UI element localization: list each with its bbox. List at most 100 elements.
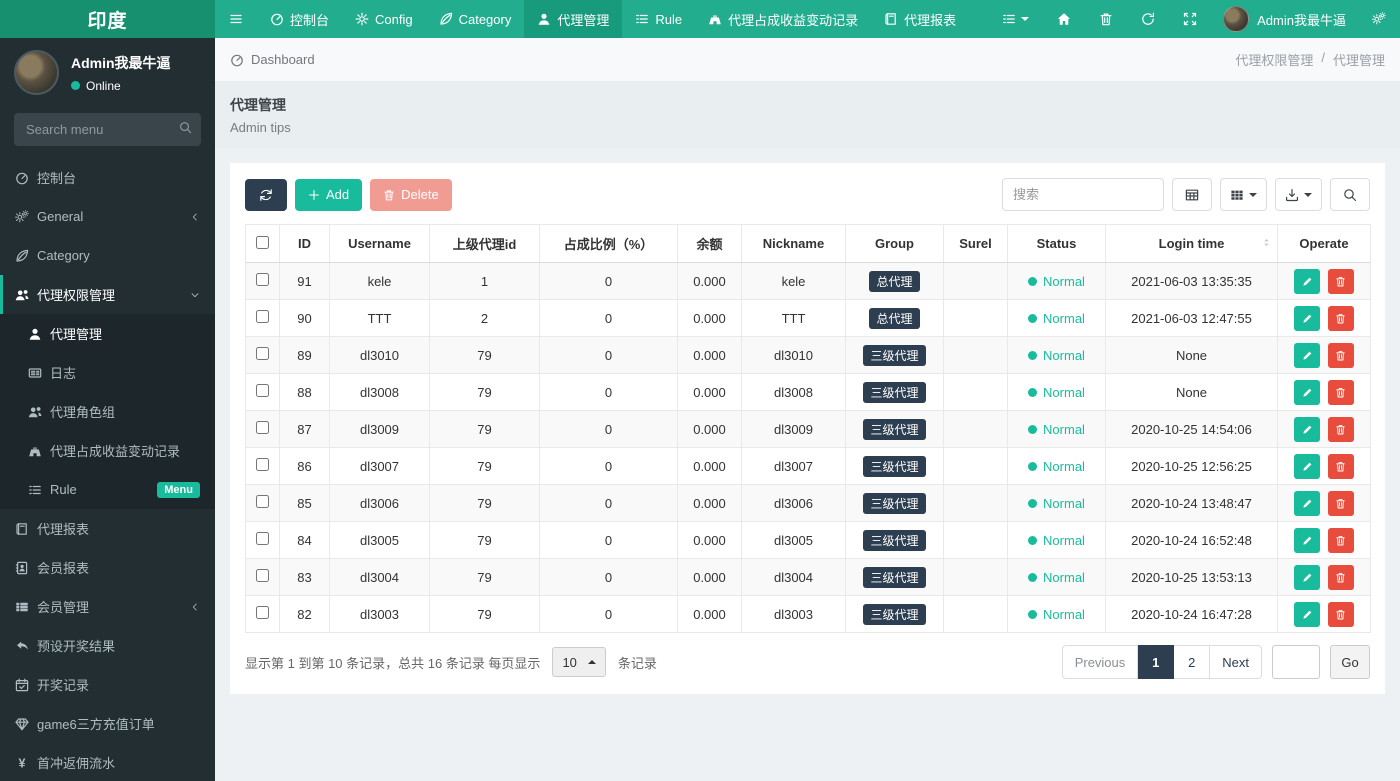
edit-row-button[interactable] — [1294, 453, 1321, 479]
nav-item-rule[interactable]: Rule — [622, 0, 695, 38]
export-button[interactable] — [1275, 178, 1322, 211]
sidebar-item-game6-orders[interactable]: game6三方充值订单 — [0, 704, 215, 743]
delete-row-button[interactable] — [1327, 268, 1354, 294]
pagination-page-2[interactable]: 2 — [1174, 645, 1211, 679]
edit-row-button[interactable] — [1294, 379, 1321, 405]
pencil-icon — [1302, 498, 1313, 509]
delete-row-button[interactable] — [1327, 342, 1354, 368]
row-checkbox[interactable] — [256, 310, 269, 323]
sidebar-item-agent-report[interactable]: 代理报表 — [0, 509, 215, 548]
sidebar-item-agent-manage[interactable]: 代理管理 — [0, 314, 215, 353]
cell-status: Normal — [1007, 595, 1106, 633]
sidebar-item-general[interactable]: General — [0, 197, 215, 236]
go-button[interactable]: Go — [1330, 645, 1370, 679]
nav-item-agent-manage[interactable]: 代理管理 — [524, 0, 623, 38]
delete-row-button[interactable] — [1327, 453, 1354, 479]
row-checkbox[interactable] — [256, 532, 269, 545]
menu-badge: Menu — [157, 481, 200, 498]
cell-login-time: 2020-10-25 13:53:13 — [1105, 558, 1278, 596]
sidebar-item-draw-record[interactable]: 开奖记录 — [0, 665, 215, 704]
sidebar-item-rule[interactable]: Rule Menu — [0, 470, 215, 509]
sidebar-item-agent-roles[interactable]: 代理角色组 — [0, 392, 215, 431]
toggle-view-button[interactable] — [1172, 178, 1212, 211]
row-checkbox[interactable] — [256, 421, 269, 434]
edit-row-button[interactable] — [1294, 490, 1321, 516]
edit-row-button[interactable] — [1294, 601, 1321, 627]
sidebar-search-input[interactable] — [14, 113, 201, 146]
table-search-input[interactable] — [1002, 178, 1164, 211]
pagination-page-1[interactable]: 1 — [1138, 645, 1175, 679]
status-badge: Normal — [1028, 274, 1085, 289]
nav-menu-dropdown[interactable] — [988, 0, 1043, 38]
row-checkbox[interactable] — [256, 273, 269, 286]
delete-button[interactable]: Delete — [370, 178, 452, 211]
sidebar-item-agent-profit-log[interactable]: 代理占成收益变动记录 — [0, 431, 215, 470]
nav-settings-button[interactable] — [1358, 0, 1400, 38]
list-icon — [28, 483, 50, 497]
delete-row-button[interactable] — [1327, 490, 1354, 516]
sidebar-item-logs[interactable]: 日志 — [0, 353, 215, 392]
sidebar-toggle-button[interactable] — [215, 0, 257, 38]
cell-ratio: 0 — [539, 336, 678, 374]
columns-button[interactable] — [1220, 178, 1267, 211]
cell-parent-id: 79 — [429, 447, 540, 485]
sidebar-item-preset-result[interactable]: 预设开奖结果 — [0, 626, 215, 665]
edit-row-button[interactable] — [1294, 416, 1321, 442]
sidebar-item-first-charge-rebate[interactable]: ¥ 首冲返佣流水 — [0, 743, 215, 781]
pagination-next[interactable]: Next — [1210, 645, 1262, 679]
trash-icon — [383, 189, 395, 201]
nav-item-console[interactable]: 控制台 — [257, 0, 342, 38]
edit-row-button[interactable] — [1294, 527, 1321, 553]
refresh-button[interactable] — [245, 178, 287, 211]
nav-clear-cache-button[interactable] — [1085, 0, 1127, 38]
sidebar-item-agent-perms[interactable]: 代理权限管理 — [0, 275, 215, 314]
row-checkbox[interactable] — [256, 347, 269, 360]
delete-row-button[interactable] — [1327, 564, 1354, 590]
cell-group: 三级代理 — [845, 373, 944, 411]
row-checkbox[interactable] — [256, 495, 269, 508]
row-checkbox[interactable] — [256, 569, 269, 582]
nav-item-category[interactable]: Category — [426, 0, 525, 38]
trash-icon — [1335, 609, 1346, 620]
add-button[interactable]: Add — [295, 178, 363, 211]
delete-row-button[interactable] — [1327, 379, 1354, 405]
row-checkbox[interactable] — [256, 384, 269, 397]
breadcrumb-dashboard-link[interactable]: Dashboard — [230, 52, 315, 67]
delete-row-button[interactable] — [1327, 416, 1354, 442]
goto-page-input[interactable] — [1272, 645, 1320, 679]
cell-status: Normal — [1007, 447, 1106, 485]
delete-row-button[interactable] — [1327, 527, 1354, 553]
nav-home-button[interactable] — [1043, 0, 1085, 38]
nav-check-update-button[interactable] — [1127, 0, 1169, 38]
cell-username: kele — [329, 262, 430, 300]
cell-group: 三级代理 — [845, 484, 944, 522]
sidebar-item-member-manage[interactable]: 会员管理 — [0, 587, 215, 626]
sidebar-item-category[interactable]: Category — [0, 236, 215, 275]
nav-item-agent-report[interactable]: 代理报表 — [871, 0, 969, 38]
delete-row-button[interactable] — [1327, 305, 1354, 331]
edit-row-button[interactable] — [1294, 564, 1321, 590]
brand-logo[interactable]: 印度 — [0, 0, 215, 38]
sidebar-item-member-report[interactable]: 会员报表 — [0, 548, 215, 587]
nav-user-menu[interactable]: Admin我最牛逼 — [1211, 0, 1358, 38]
nav-fullscreen-button[interactable] — [1169, 0, 1211, 38]
select-all-checkbox[interactable] — [256, 235, 269, 249]
pagination-previous[interactable]: Previous — [1061, 645, 1139, 679]
row-checkbox[interactable] — [256, 458, 269, 471]
edit-row-button[interactable] — [1294, 268, 1321, 294]
edit-row-button[interactable] — [1294, 342, 1321, 368]
sidebar-item-console[interactable]: 控制台 — [0, 158, 215, 197]
col-login-time[interactable]: Login time — [1105, 224, 1278, 263]
cell-operate — [1277, 299, 1371, 337]
search-button[interactable] — [1330, 178, 1370, 211]
page-size-dropdown[interactable]: 10 — [552, 647, 606, 677]
nav-item-agent-profit-log[interactable]: 代理占成收益变动记录 — [695, 0, 871, 38]
nav-item-config[interactable]: Config — [342, 0, 426, 38]
edit-row-button[interactable] — [1294, 305, 1321, 331]
gear-icon — [355, 12, 369, 26]
delete-row-button[interactable] — [1327, 601, 1354, 627]
cell-surel — [943, 447, 1008, 485]
book-icon — [884, 12, 898, 26]
row-checkbox[interactable] — [256, 606, 269, 619]
cell-parent-id: 79 — [429, 521, 540, 559]
